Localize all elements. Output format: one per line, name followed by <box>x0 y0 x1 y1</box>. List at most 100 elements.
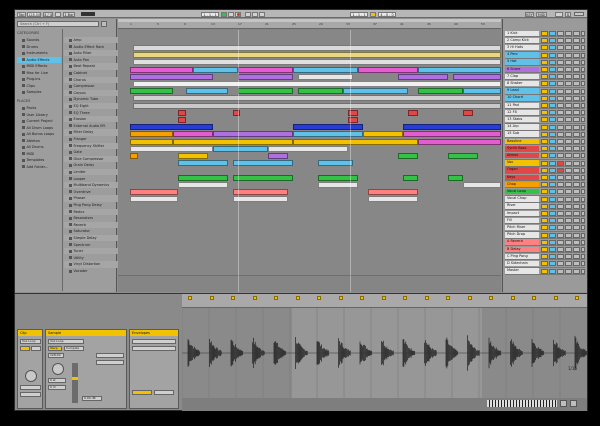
volume-field[interactable] <box>565 182 572 188</box>
browser-item[interactable]: Dynamic Tube <box>64 96 119 102</box>
arrangement-clip[interactable] <box>130 145 213 152</box>
warp-marker[interactable] <box>553 296 558 300</box>
browser-item[interactable]: Looper <box>64 176 119 182</box>
solo-button[interactable] <box>549 196 556 202</box>
signature-field[interactable] <box>20 346 30 351</box>
browser-item[interactable]: Utility <box>64 255 119 261</box>
arm-button[interactable] <box>557 239 564 245</box>
track-activator-button[interactable] <box>541 124 548 130</box>
arrangement-position[interactable]: 1 . 1 . 1 <box>201 11 219 17</box>
mixer-track[interactable]: 14 Arp <box>505 124 585 131</box>
track-name[interactable]: C Ping Pong <box>505 253 539 260</box>
pan-field[interactable] <box>573 95 580 101</box>
arrangement-clip[interactable] <box>130 66 193 73</box>
transpose-knob[interactable] <box>25 370 37 382</box>
arrangement-clip[interactable] <box>268 145 348 152</box>
browser-item[interactable]: Grain Delay <box>64 162 119 168</box>
arm-button[interactable] <box>557 182 564 188</box>
browser-item[interactable]: Vocoder <box>64 268 119 274</box>
track-activator-button[interactable] <box>541 52 548 58</box>
warp-marker[interactable] <box>274 296 278 300</box>
track-activator-button[interactable] <box>541 31 548 36</box>
pan-field[interactable] <box>573 261 580 267</box>
solo-button[interactable] <box>549 52 556 58</box>
track-activator-button[interactable] <box>541 203 548 209</box>
arrangement-clip[interactable] <box>368 188 418 196</box>
arrangement-clip[interactable] <box>133 102 501 109</box>
arrangement-clip[interactable] <box>418 66 501 73</box>
browser-item[interactable]: Glue Compressor <box>64 155 119 163</box>
track-activator-button[interactable] <box>541 88 548 94</box>
arm-button[interactable] <box>557 211 564 216</box>
track-name[interactable]: Riser <box>505 203 539 209</box>
solo-button[interactable] <box>549 38 556 44</box>
solo-button[interactable] <box>549 239 556 245</box>
stop-button[interactable] <box>228 11 234 17</box>
arrangement-clip[interactable] <box>268 152 288 160</box>
solo-button[interactable] <box>549 218 556 224</box>
volume-field[interactable] <box>565 232 572 238</box>
sends-field[interactable] <box>581 31 585 36</box>
browser-item[interactable]: EQ Three <box>64 110 119 116</box>
browser-item[interactable]: Tuner <box>64 248 119 255</box>
warp-button[interactable]: Warp <box>48 346 62 351</box>
arm-button[interactable] <box>557 59 564 65</box>
volume-field[interactable] <box>565 153 572 159</box>
track-activator-button[interactable] <box>541 131 548 137</box>
browser-item[interactable]: Multiband Dynamics <box>64 182 119 189</box>
arm-button[interactable] <box>557 146 564 152</box>
arm-button[interactable] <box>557 268 564 274</box>
mixer-track[interactable]: D Sidechain <box>505 260 585 268</box>
track-activator-button[interactable] <box>541 160 548 166</box>
track-activator-button[interactable] <box>541 182 548 188</box>
arrangement-clip[interactable] <box>133 44 501 52</box>
solo-button[interactable] <box>549 254 556 260</box>
pan-field[interactable] <box>573 67 580 72</box>
mixer-track[interactable]: Organ <box>505 167 585 174</box>
warp-marker[interactable] <box>575 296 579 300</box>
sends-field[interactable] <box>581 232 585 238</box>
arrangement-clip[interactable] <box>403 131 501 138</box>
arm-button[interactable] <box>557 175 564 180</box>
track-name[interactable]: 13 Stabs <box>505 116 539 123</box>
track-activator-button[interactable] <box>541 268 548 274</box>
gain-slider-thumb[interactable] <box>72 377 78 380</box>
track-name[interactable]: 2 Comp Kick <box>505 37 539 44</box>
sends-field[interactable] <box>581 146 585 152</box>
arm-button[interactable] <box>557 225 564 231</box>
pan-field[interactable] <box>573 81 580 87</box>
arrangement-clip[interactable] <box>178 181 228 188</box>
arrangement-clip[interactable] <box>133 95 501 102</box>
warp-markers[interactable] <box>182 296 587 302</box>
browser-item[interactable]: Gate <box>64 149 119 155</box>
sends-field[interactable] <box>581 81 585 87</box>
track-name[interactable]: 9 Lead <box>505 88 539 94</box>
track-activator-button[interactable] <box>541 117 548 123</box>
browser-item[interactable]: Cabinet <box>64 70 119 76</box>
arrangement-clip[interactable] <box>398 73 448 80</box>
overdub-button[interactable] <box>245 11 251 17</box>
browser-item[interactable]: Saturator <box>64 228 119 234</box>
track-activator-button[interactable] <box>541 153 548 159</box>
session-record-button[interactable] <box>259 11 265 17</box>
arrangement-clip[interactable] <box>293 138 418 145</box>
pan-field[interactable] <box>573 88 580 94</box>
gain-slider[interactable] <box>72 363 78 403</box>
mixer-track[interactable]: Pitch Drop <box>505 232 585 239</box>
volume-field[interactable] <box>565 146 572 152</box>
mixer-track[interactable]: 11 Pad <box>505 102 585 110</box>
mixer-track[interactable]: 10 Chord <box>505 95 585 102</box>
arrangement-clip[interactable] <box>186 88 228 95</box>
volume-field[interactable] <box>565 203 572 209</box>
solo-button[interactable] <box>549 160 556 166</box>
mixer-track[interactable]: Vocal Loop <box>505 188 585 196</box>
track-activator-button[interactable] <box>541 261 548 267</box>
arrangement-clip[interactable] <box>408 109 418 116</box>
browser-item[interactable]: External Audio Eff. <box>64 123 119 129</box>
mixer-track[interactable]: Vocal Chop <box>505 196 585 203</box>
solo-button[interactable] <box>549 167 556 173</box>
mixer-track[interactable]: 2 Comp Kick <box>505 37 585 45</box>
arm-button[interactable] <box>557 189 564 195</box>
volume-field[interactable] <box>565 103 572 108</box>
sends-field[interactable] <box>581 211 585 216</box>
